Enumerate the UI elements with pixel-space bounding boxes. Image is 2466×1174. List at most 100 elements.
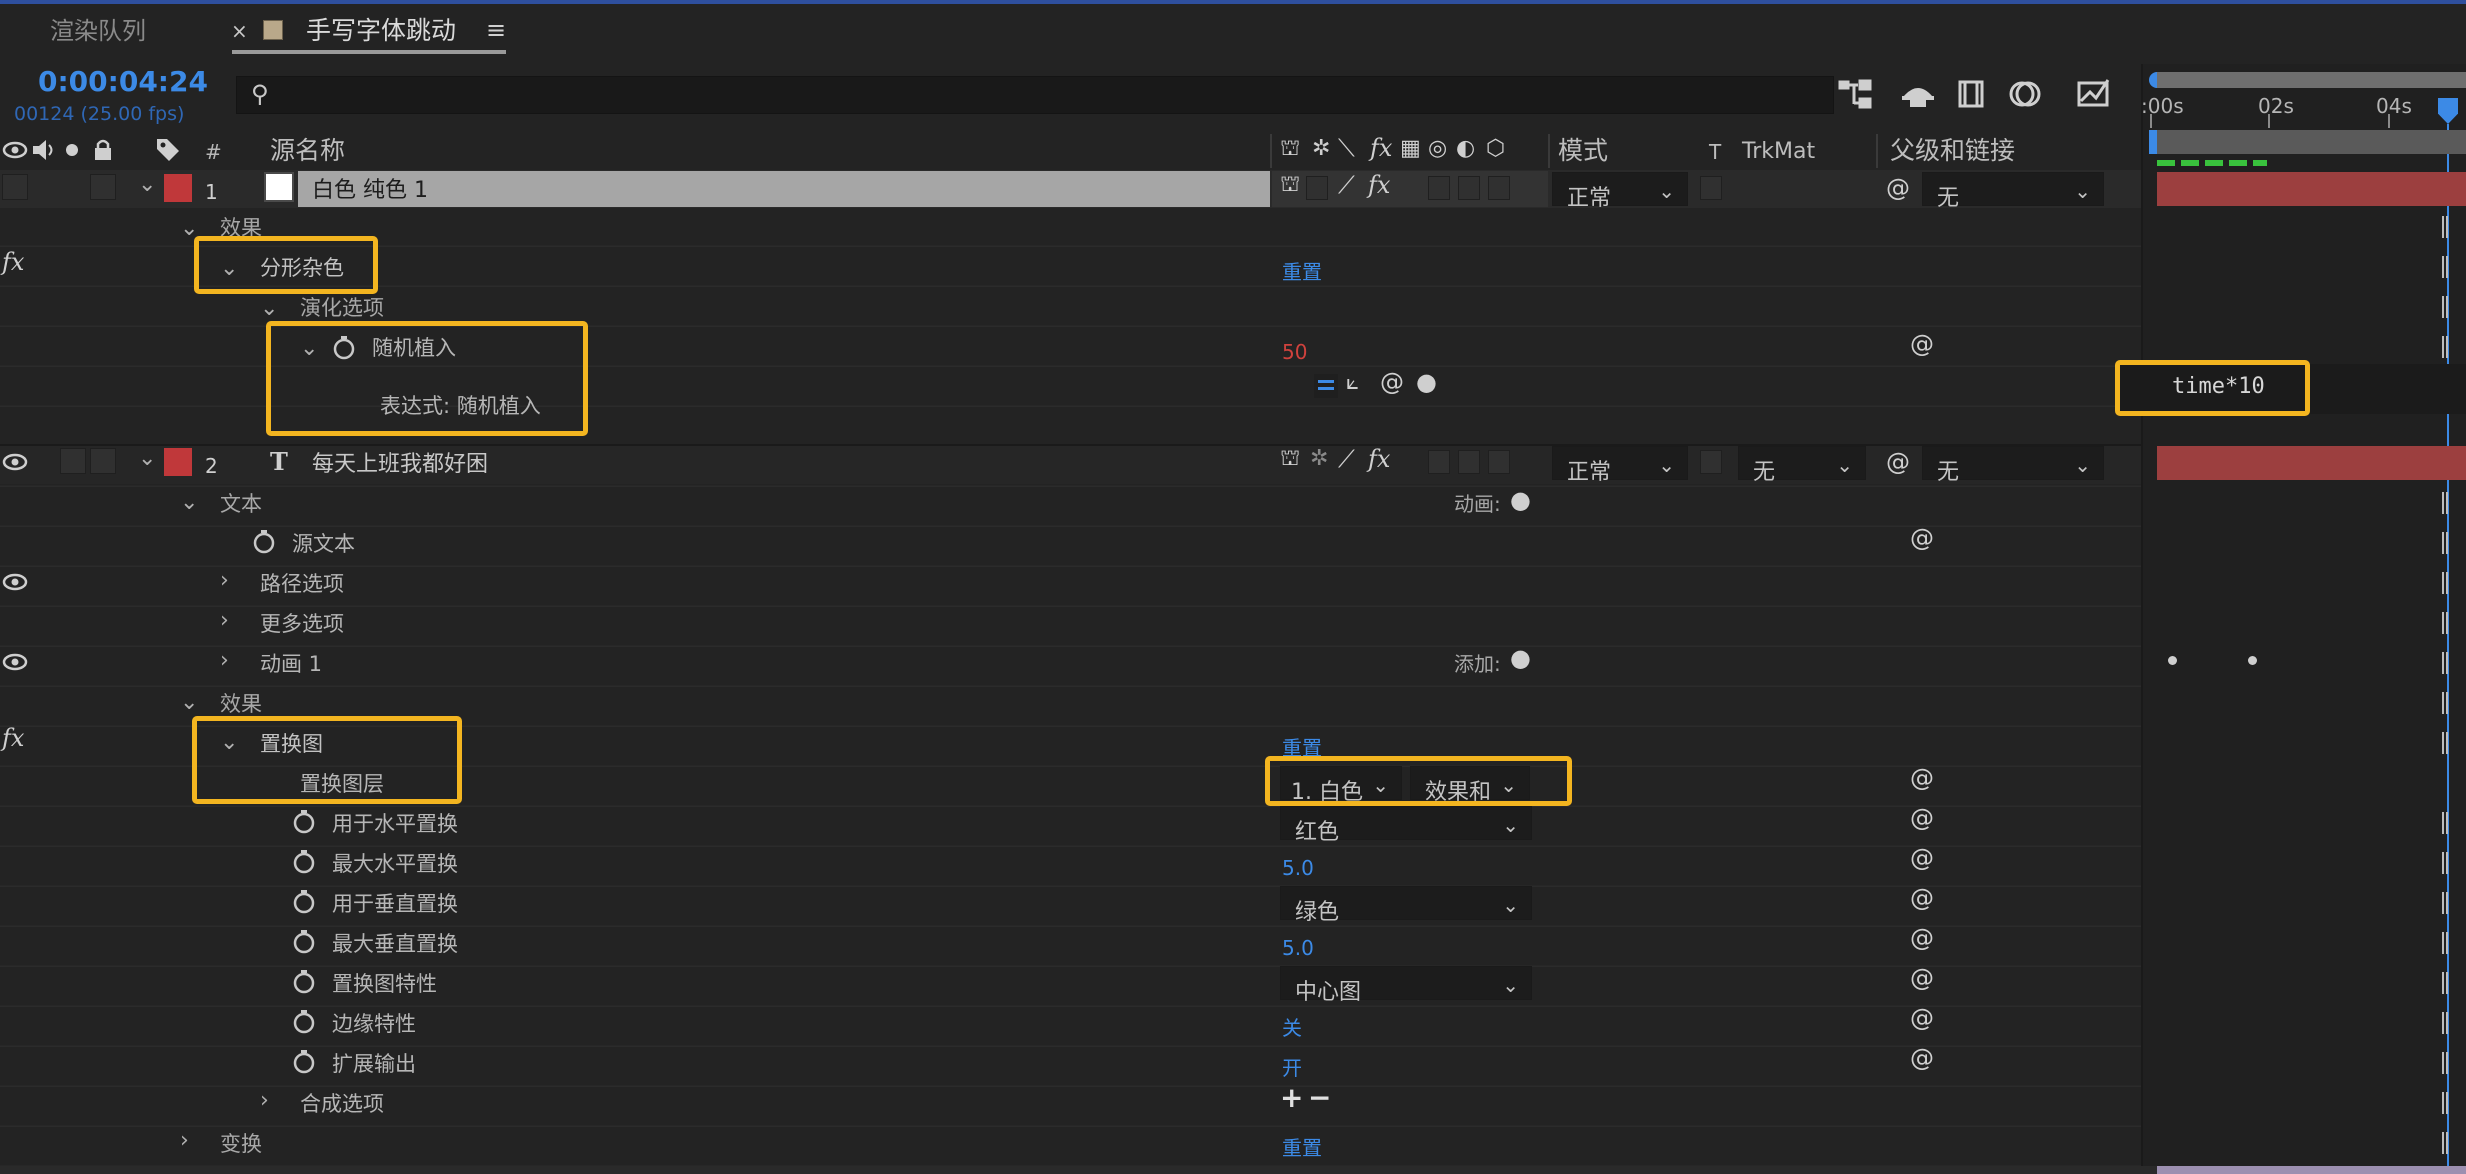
edge-behavior-pickwhip-icon[interactable]: @ — [1910, 1006, 1934, 1030]
layer-1-switch-frameblend[interactable] — [1428, 176, 1450, 200]
fx-row-icon[interactable]: fx — [2, 726, 24, 750]
stopwatch-icon[interactable] — [250, 528, 278, 556]
graph-editor-icon[interactable] — [2076, 76, 2112, 110]
layer-1-switch-adjustment[interactable] — [1488, 176, 1510, 200]
layer-1-fx-switch-icon[interactable]: fx — [1368, 173, 1390, 197]
source-text-pickwhip-icon[interactable]: @ — [1910, 526, 1934, 550]
tab-close-icon[interactable]: × — [231, 21, 248, 41]
animator-eye-icon[interactable] — [2, 650, 28, 674]
max-horizontal-value[interactable]: 5.0 — [1282, 858, 1314, 878]
composition-flowchart-icon[interactable] — [1838, 78, 1874, 110]
layer-1-switch-collapse[interactable] — [1306, 176, 1328, 200]
animate-menu-icon[interactable]: ● — [1510, 488, 1531, 512]
fractal-noise-reset-link[interactable]: 重置 — [1282, 262, 1322, 282]
layer-2-label-color[interactable] — [164, 448, 192, 476]
tab-render-queue[interactable]: 渲染队列 — [50, 19, 146, 43]
expand-output-pickwhip-icon[interactable]: @ — [1910, 1046, 1934, 1070]
layer-1-pickwhip-icon[interactable]: @ — [1886, 176, 1910, 200]
stopwatch-icon[interactable] — [290, 1008, 318, 1036]
audio-icon[interactable] — [30, 138, 56, 162]
edge-behavior-value[interactable]: 关 — [1282, 1018, 1302, 1038]
add-mask-icon[interactable]: + — [1280, 1084, 1303, 1112]
layer-1-quality-switch-icon[interactable]: ⟋ — [1338, 173, 1355, 197]
layer-2-expand-chevron-icon[interactable]: ⌄ — [138, 446, 156, 471]
layer-2-trkmat-dropdown[interactable]: 无 ⌄ — [1738, 446, 1866, 485]
use-vertical-dropdown[interactable]: 绿色 ⌄ — [1280, 886, 1532, 925]
animator-chevron-icon[interactable]: › — [220, 648, 229, 673]
map-behavior-pickwhip-icon[interactable]: @ — [1910, 966, 1934, 990]
layer-1-shy-switch-icon[interactable]: ⛫ — [1280, 174, 1300, 196]
random-seed-value[interactable]: 50 — [1282, 342, 1307, 362]
layer-2-t-switch[interactable] — [1700, 450, 1722, 474]
layer-2-switch-adjustment[interactable] — [1488, 450, 1510, 474]
expand-output-value[interactable]: 开 — [1282, 1058, 1302, 1078]
path-options-eye-icon[interactable] — [2, 570, 28, 594]
layer-2-fx-switch-icon[interactable]: fx — [1368, 447, 1390, 471]
shy-layers-icon[interactable] — [1900, 78, 1936, 110]
tab-composition[interactable]: 手写字体跳动 — [306, 18, 456, 43]
solo-icon[interactable] — [64, 142, 80, 158]
search-input[interactable]: ⚲ — [236, 76, 1834, 114]
transform-chevron-icon[interactable]: › — [180, 1128, 189, 1153]
layer-1-switch-motionblur[interactable] — [1458, 176, 1480, 200]
label-tag-icon[interactable] — [154, 136, 182, 164]
stopwatch-icon[interactable] — [290, 968, 318, 996]
stopwatch-icon[interactable] — [290, 808, 318, 836]
fx-row-icon[interactable]: fx — [2, 250, 24, 274]
add-menu-icon[interactable]: ● — [1510, 646, 1531, 670]
path-options-chevron-icon[interactable]: › — [220, 568, 229, 593]
layer-2-pickwhip-icon[interactable]: @ — [1886, 450, 1910, 474]
displacement-layer-pickwhip-icon[interactable]: @ — [1910, 766, 1934, 790]
layer-1-label-color[interactable] — [164, 174, 192, 202]
layer-1-parent-dropdown[interactable]: 无 ⌄ — [1922, 172, 2104, 211]
stopwatch-icon[interactable] — [290, 888, 318, 916]
lock-icon[interactable] — [92, 138, 114, 162]
stopwatch-icon[interactable] — [290, 928, 318, 956]
tab-menu-icon[interactable]: ≡ — [486, 18, 506, 42]
layer-1-duration-bar[interactable] — [2157, 172, 2466, 206]
more-options-chevron-icon[interactable]: › — [220, 608, 229, 633]
eye-icon[interactable] — [2, 138, 28, 162]
max-vertical-value[interactable]: 5.0 — [1282, 938, 1314, 958]
layer-2-switch-frameblend[interactable] — [1428, 450, 1450, 474]
evolution-options-chevron-icon[interactable]: ⌄ — [260, 296, 278, 321]
layer-1-expand-chevron-icon[interactable]: ⌄ — [138, 172, 156, 197]
frame-blending-icon[interactable] — [1954, 78, 1988, 110]
current-time[interactable]: 0:00:04:24 — [38, 68, 208, 96]
transform-reset-link[interactable]: 重置 — [1282, 1138, 1322, 1158]
layer-2-collapse-switch-icon[interactable]: ✲ — [1310, 448, 1328, 470]
work-area-bar[interactable] — [2149, 72, 2466, 88]
layer-1-name[interactable]: 白色 纯色 1 — [312, 180, 428, 202]
layer-2-mode-dropdown[interactable]: 正常 ⌄ — [1552, 446, 1688, 485]
expression-graph-icon[interactable]: ⟀ — [1346, 372, 1359, 394]
expression-language-menu-icon[interactable]: ● — [1416, 370, 1437, 394]
max-horizontal-pickwhip-icon[interactable]: @ — [1910, 846, 1934, 870]
random-seed-pickwhip-icon[interactable]: @ — [1910, 332, 1934, 356]
layer-2-duration-bar[interactable] — [2157, 446, 2466, 480]
effects2-chevron-icon[interactable]: ⌄ — [180, 690, 198, 715]
stopwatch-icon[interactable] — [290, 1048, 318, 1076]
displacement-map-reset-link[interactable]: 重置 — [1282, 738, 1322, 758]
stopwatch-icon[interactable] — [290, 848, 318, 876]
max-vertical-pickwhip-icon[interactable]: @ — [1910, 926, 1934, 950]
layer-2-name[interactable]: 每天上班我都好困 — [312, 454, 488, 476]
layer-1-mode-dropdown[interactable]: 正常 ⌄ — [1552, 172, 1688, 211]
layer-1-lock[interactable] — [90, 174, 116, 200]
motion-blur-icon[interactable] — [2008, 78, 2044, 110]
layer-1-t-switch[interactable] — [1700, 176, 1722, 200]
layer-2-quality-switch-icon[interactable]: ⟋ — [1338, 447, 1355, 471]
use-horizontal-pickwhip-icon[interactable]: @ — [1910, 806, 1934, 830]
layer-2-shy-switch-icon[interactable]: ⛫ — [1280, 448, 1300, 470]
layer-2-lock[interactable] — [90, 448, 116, 474]
use-vertical-pickwhip-icon[interactable]: @ — [1910, 886, 1934, 910]
text-group-chevron-icon[interactable]: ⌄ — [180, 490, 198, 515]
expression-pickwhip-icon[interactable]: @ — [1380, 370, 1404, 394]
use-horizontal-dropdown[interactable]: 红色 ⌄ — [1280, 806, 1532, 845]
keyframe-dot[interactable] — [2248, 656, 2257, 665]
layer-1-visibility[interactable] — [2, 174, 28, 200]
keyframe-dot[interactable] — [2168, 656, 2177, 665]
expression-enable-icon[interactable] — [1314, 374, 1338, 398]
map-behavior-dropdown[interactable]: 中心图 ⌄ — [1280, 966, 1532, 1005]
layer-2-switch-motionblur[interactable] — [1458, 450, 1480, 474]
remove-mask-icon[interactable]: − — [1308, 1084, 1331, 1112]
